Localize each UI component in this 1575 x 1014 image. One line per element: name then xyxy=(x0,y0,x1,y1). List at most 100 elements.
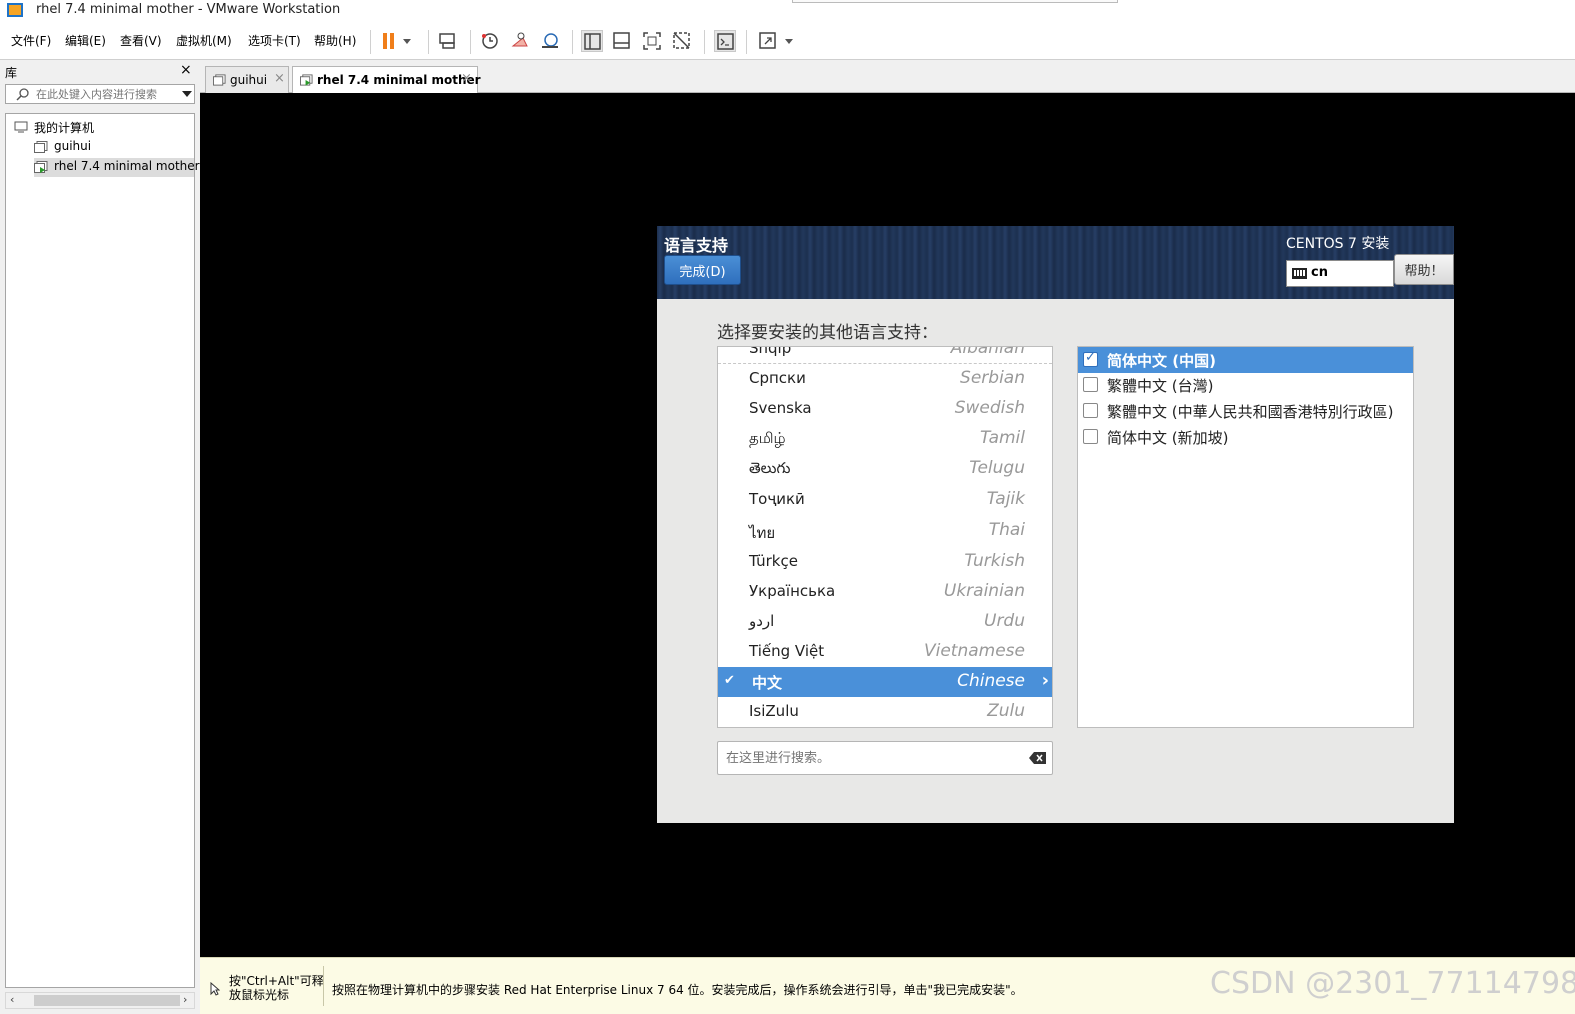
library-search[interactable] xyxy=(5,84,195,104)
scroll-thumb[interactable] xyxy=(34,995,180,1006)
language-search-input[interactable] xyxy=(726,749,1016,767)
library-header: 库 × xyxy=(0,60,199,82)
dropdown-arrow-icon[interactable] xyxy=(400,30,414,52)
language-row[interactable]: Српски Serbian xyxy=(718,364,1052,394)
console-icon[interactable] xyxy=(714,30,736,52)
toolbar-separator xyxy=(370,30,371,54)
show-library-icon[interactable] xyxy=(581,30,603,52)
stretch-icon[interactable] xyxy=(757,30,779,52)
language-english-name: Zulu xyxy=(987,701,1025,721)
language-prompt: 选择要安装的其他语言支持： xyxy=(717,323,938,343)
status-divider xyxy=(323,966,324,1006)
snapshot-icon[interactable] xyxy=(479,30,501,52)
vmware-logo-icon xyxy=(7,3,23,17)
language-row[interactable]: IsiZulu Zulu xyxy=(718,697,1052,727)
library-close-icon[interactable]: × xyxy=(180,62,192,78)
menu-vm[interactable]: 虚拟机(M) xyxy=(176,32,232,49)
vm-icon xyxy=(34,141,48,153)
language-english-name: Turkish xyxy=(964,551,1025,571)
language-row[interactable]: తెలుగు Telugu xyxy=(718,454,1052,484)
language-native-name: IsiZulu xyxy=(749,702,799,720)
language-english-name: Serbian xyxy=(960,368,1025,388)
done-button[interactable]: 完成(D) xyxy=(664,255,741,285)
pause-icon[interactable] xyxy=(378,30,400,52)
revert-snapshot-icon[interactable] xyxy=(509,30,531,52)
install-instructions: 按照在物理计算机中的步骤安装 Red Hat Enterprise Linux … xyxy=(332,983,1023,997)
computer-icon xyxy=(14,121,28,133)
vm-icon xyxy=(213,74,226,86)
installer-header: 语言支持 完成(D) CENTOS 7 安装 cn 帮助！ xyxy=(657,226,1454,299)
language-english-name: Telugu xyxy=(969,458,1025,478)
popup-edge xyxy=(792,0,1118,3)
locale-list[interactable]: ✓ 简体中文 (中国) 繁體中文 (台灣) 繁體中文 (中華人民共和國香港特別行… xyxy=(1077,346,1414,728)
scroll-right-icon[interactable]: › xyxy=(183,993,187,1006)
unity-icon[interactable] xyxy=(671,30,693,52)
locale-row-selected[interactable]: ✓ 简体中文 (中国) xyxy=(1078,347,1413,373)
language-native-name: Українська xyxy=(749,582,836,600)
checkmark-icon: ✓ xyxy=(1085,350,1096,365)
library-title: 库 xyxy=(5,66,18,80)
language-native-name: 中文 xyxy=(752,674,783,692)
locale-row[interactable]: 繁體中文 (中華人民共和國香港特別行政區) xyxy=(1078,398,1413,424)
locale-row[interactable]: 繁體中文 (台灣) xyxy=(1078,372,1413,398)
language-row[interactable]: Svenska Swedish xyxy=(718,394,1052,424)
language-list[interactable]: Shqip Albanian Српски Serbian Svenska Sw… xyxy=(717,346,1053,728)
language-english-name: Vietnamese xyxy=(923,641,1025,661)
help-button[interactable]: 帮助！ xyxy=(1394,254,1454,285)
menu-edit[interactable]: 编辑(E) xyxy=(65,32,106,49)
fullscreen-icon[interactable] xyxy=(641,30,663,52)
locale-checkbox[interactable] xyxy=(1083,429,1098,444)
library-horizontal-scrollbar[interactable]: ‹ › xyxy=(5,992,195,1009)
tree-item-vm-guihui[interactable]: guihui xyxy=(34,138,194,157)
installer-window: 语言支持 完成(D) CENTOS 7 安装 cn 帮助！ 选择要安装的其他语言… xyxy=(657,226,1454,823)
library-tree: 我的计算机 guihui rhel 7.4 minimal mother xyxy=(5,113,200,988)
vm-console[interactable]: 语言支持 完成(D) CENTOS 7 安装 cn 帮助！ 选择要安装的其他语言… xyxy=(200,93,1575,957)
menu-view[interactable]: 查看(V) xyxy=(120,32,162,49)
checkmark-icon: ✔ xyxy=(724,673,735,688)
send-keys-icon[interactable] xyxy=(437,30,459,52)
language-native-name: Svenska xyxy=(749,399,812,417)
release-cursor-hint: 按"Ctrl+Alt"可释放鼠标光标 xyxy=(229,974,324,1002)
locale-checkbox[interactable]: ✓ xyxy=(1083,350,1098,367)
chevron-down-icon[interactable] xyxy=(182,91,192,97)
keyboard-icon xyxy=(1292,268,1307,279)
language-row[interactable]: ไทย Thai xyxy=(718,516,1052,546)
language-english-name: Albanian xyxy=(950,346,1025,358)
tab-guihui[interactable]: guihui × xyxy=(205,66,289,93)
tree-item-my-computer[interactable]: 我的计算机 xyxy=(14,118,194,137)
language-native-name: اردو xyxy=(749,612,775,630)
language-row[interactable]: Українська Ukrainian xyxy=(718,577,1052,607)
thumbnail-bar-icon[interactable] xyxy=(611,30,633,52)
close-icon[interactable]: × xyxy=(461,71,472,86)
language-row-selected[interactable]: ✔ 中文 Chinese › xyxy=(718,667,1052,697)
language-row[interactable]: Тоҷикӣ Tajik xyxy=(718,485,1052,515)
language-search[interactable] xyxy=(717,741,1053,775)
menu-tabs[interactable]: 选项卡(T) xyxy=(248,32,301,49)
snapshot-manager-icon[interactable] xyxy=(539,30,561,52)
locale-label: 繁體中文 (中華人民共和國香港特別行政區) xyxy=(1107,403,1394,421)
keyboard-layout-indicator[interactable]: cn xyxy=(1286,260,1394,287)
stretch-dropdown-icon[interactable] xyxy=(782,30,796,52)
window-title: rhel 7.4 minimal mother - VMware Worksta… xyxy=(36,2,341,17)
library-search-input[interactable] xyxy=(36,86,176,102)
menu-file[interactable]: 文件(F) xyxy=(11,32,51,49)
scroll-left-icon[interactable]: ‹ xyxy=(10,993,14,1006)
clear-text-icon[interactable] xyxy=(1029,752,1046,764)
watermark: CSDN @2301_77114798 xyxy=(1210,966,1575,1001)
product-title: CENTOS 7 安装 xyxy=(1286,236,1390,252)
title-bar: rhel 7.4 minimal mother - VMware Worksta… xyxy=(0,0,1575,22)
language-row[interactable]: தமிழ் Tamil xyxy=(718,424,1052,454)
menu-help[interactable]: 帮助(H) xyxy=(314,32,356,49)
locale-row[interactable]: 简体中文 (新加坡) xyxy=(1078,424,1413,450)
close-icon[interactable]: × xyxy=(274,71,285,86)
tree-item-vm-rhel[interactable]: rhel 7.4 minimal mother xyxy=(34,158,200,177)
tree-item-label: guihui xyxy=(54,139,92,153)
language-row[interactable]: Shqip Albanian xyxy=(718,346,1052,364)
locale-checkbox[interactable] xyxy=(1083,403,1098,418)
language-row[interactable]: اردو Urdu xyxy=(718,607,1052,637)
language-row[interactable]: Türkçe Turkish xyxy=(718,547,1052,577)
language-native-name: ไทย xyxy=(749,524,776,542)
language-row[interactable]: Tiếng Việt Vietnamese xyxy=(718,637,1052,667)
locale-checkbox[interactable] xyxy=(1083,377,1098,392)
tab-rhel-minimal-mother[interactable]: rhel 7.4 minimal mother × xyxy=(292,66,481,94)
